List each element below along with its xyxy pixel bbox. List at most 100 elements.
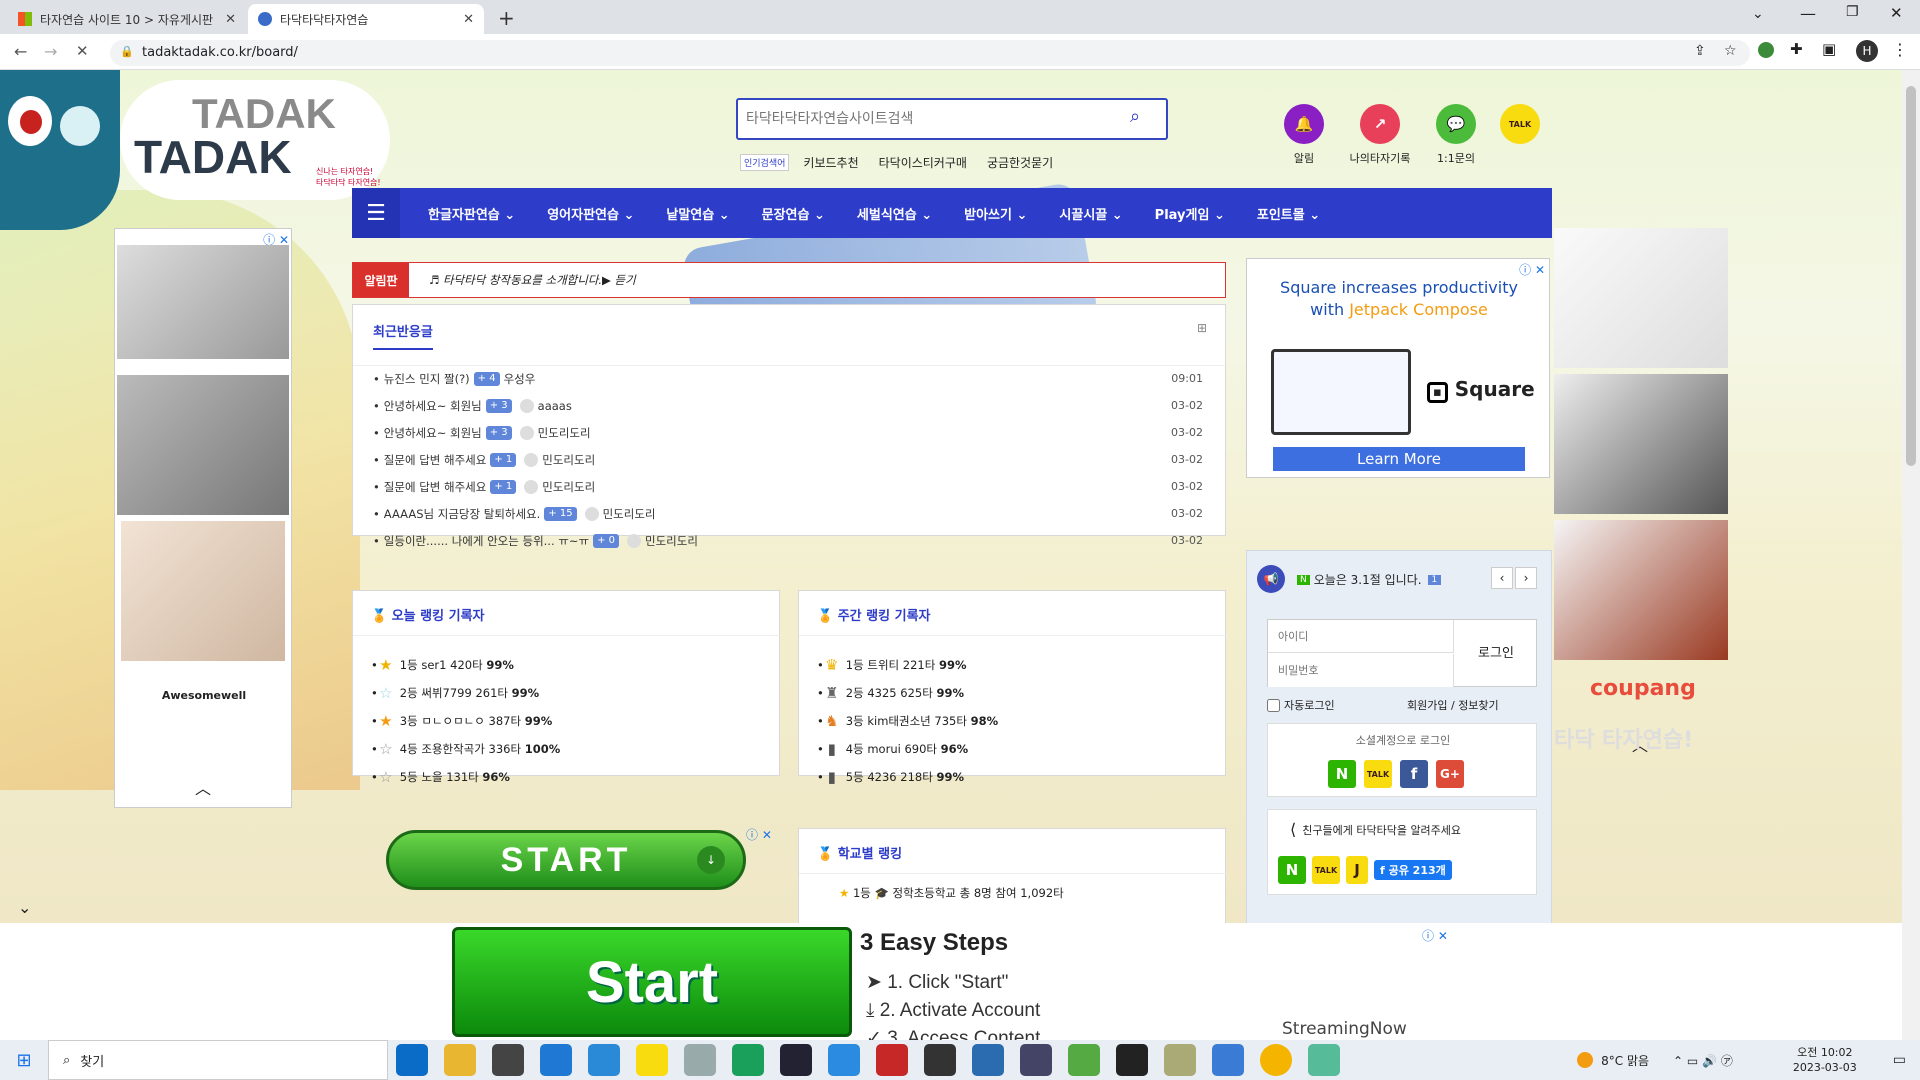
nav-item[interactable]: 받아쓰기 ⌄ — [948, 204, 1043, 223]
nav-item[interactable]: 시끌시끌 ⌄ — [1043, 204, 1138, 223]
close-window-button[interactable]: ✕ — [1890, 4, 1903, 22]
app-icon[interactable] — [1068, 1044, 1100, 1076]
app-icon[interactable] — [972, 1044, 1004, 1076]
app-icon[interactable] — [1164, 1044, 1196, 1076]
nav-item[interactable]: 포인트몰 ⌄ — [1241, 204, 1336, 223]
kakao-share-icon[interactable]: TALK — [1312, 856, 1340, 884]
rank-row[interactable]: • ☆ 2등 써뷔7799 261타 99% — [371, 679, 560, 707]
chrome-icon[interactable] — [1260, 1044, 1292, 1076]
kakaotalk-button[interactable]: TALK — [1500, 104, 1540, 144]
app-icon[interactable] — [1308, 1044, 1340, 1076]
menu-kebab-icon[interactable]: ⋮ — [1892, 40, 1908, 59]
nav-item[interactable]: 한글자판연습 ⌄ — [412, 204, 531, 223]
popular-keyword[interactable]: 타닥이스티커구매 — [879, 154, 967, 171]
app-icon[interactable] — [732, 1044, 764, 1076]
kakao-login-icon[interactable]: TALK — [1364, 760, 1392, 788]
tab-active[interactable]: 타닥타닥타자연습 ✕ — [248, 4, 484, 34]
app-icon[interactable] — [780, 1044, 812, 1076]
puzzle-icon[interactable]: ✚ — [1790, 40, 1803, 58]
back-icon[interactable]: ← — [14, 42, 27, 61]
nav-item[interactable]: Play게임 ⌄ — [1139, 204, 1241, 223]
list-item[interactable]: • 안녕하세요~ 회원님 + 3 aaaas 03-02 — [373, 392, 1203, 419]
next-arrow-icon[interactable]: › — [1515, 567, 1537, 589]
learn-more-button[interactable]: Learn More — [1273, 447, 1525, 471]
join-link[interactable]: 회원가입 — [1407, 699, 1447, 712]
login-button[interactable]: 로그인 — [1454, 620, 1538, 688]
prev-arrow-icon[interactable]: ‹ — [1491, 567, 1513, 589]
password-field[interactable] — [1268, 654, 1454, 687]
close-tab-icon[interactable]: ✕ — [225, 12, 236, 27]
expand-chevron-icon[interactable]: ⌄ — [18, 898, 31, 917]
naver-login-icon[interactable]: N — [1328, 760, 1356, 788]
new-tab-button[interactable]: + — [498, 6, 515, 30]
recent-title[interactable]: 최근반응글 — [373, 321, 433, 350]
address-bar[interactable]: 🔒 tadaktadak.co.kr/board/ ⇪ ☆ — [110, 40, 1750, 66]
profile-avatar[interactable]: H — [1856, 40, 1878, 62]
maximize-button[interactable]: ❐ — [1846, 4, 1859, 20]
kakaostory-share-icon[interactable]: J — [1346, 856, 1368, 884]
collapse-chevron-icon[interactable]: ︿ — [195, 775, 211, 799]
rank-row[interactable]: • ☆ 4등 조용한작곡가 336타 100% — [371, 735, 560, 763]
right-ad[interactable]: ⓘ ✕ — [1554, 228, 1728, 660]
inquiry-button[interactable]: 💬 1:1문의 — [1436, 104, 1476, 166]
popular-keyword[interactable]: 키보드추천 — [803, 154, 858, 171]
tab-search-icon[interactable]: ⌄ — [1752, 6, 1764, 22]
ad-close-icon[interactable]: ⓘ ✕ — [1519, 261, 1545, 278]
site-logo[interactable]: TADAK TADAK 신나는 타자연습! 타닥타닥 타자연습! — [120, 80, 390, 200]
bookmark-star-icon[interactable]: ☆ — [1724, 43, 1737, 59]
hamburger-menu-icon[interactable]: ☰ — [352, 188, 400, 238]
share-icon[interactable]: ⇪ — [1694, 43, 1706, 59]
app-icon[interactable] — [1212, 1044, 1244, 1076]
google-login-icon[interactable]: G+ — [1436, 760, 1464, 788]
ie-icon[interactable] — [588, 1044, 620, 1076]
app-icon[interactable] — [828, 1044, 860, 1076]
ad-close-icon[interactable]: ⓘ ✕ — [1422, 927, 1448, 944]
facebook-login-icon[interactable]: f — [1400, 760, 1428, 788]
nav-item[interactable]: 문장연습 ⌄ — [746, 204, 841, 223]
app-icon[interactable] — [1020, 1044, 1052, 1076]
alarm-button[interactable]: 🔔 알림 — [1284, 104, 1324, 166]
left-ad[interactable]: ⓘ ✕ Awesomewell ︿ — [114, 228, 292, 808]
edge-icon[interactable] — [396, 1044, 428, 1076]
scrollbar[interactable] — [1902, 70, 1920, 1040]
extension-icon[interactable] — [1758, 42, 1774, 58]
nav-item[interactable]: 낱말연습 ⌄ — [650, 204, 745, 223]
rank-row[interactable]: • ★ 3등 ㅁㄴㅇㅁㄴㅇ 387타 99% — [371, 707, 560, 735]
minimize-button[interactable]: — — [1800, 4, 1816, 23]
close-tab-icon[interactable]: ✕ — [463, 12, 474, 27]
naver-share-icon[interactable]: N — [1278, 856, 1306, 884]
coupang-logo[interactable]: coupang — [1590, 676, 1696, 701]
list-item[interactable]: • 질문에 답변 해주세요 + 1 민도리도리 03-02 — [373, 446, 1203, 473]
auto-login-checkbox[interactable] — [1267, 698, 1280, 712]
app-icon[interactable] — [924, 1044, 956, 1076]
tray-icons[interactable]: ⌃ ▭ 🔊 ㋐ — [1673, 1052, 1733, 1069]
store-icon[interactable] — [492, 1044, 524, 1076]
kakaotalk-icon[interactable] — [636, 1044, 668, 1076]
search-box[interactable]: ⌕ — [736, 98, 1168, 140]
taskbar-search[interactable]: ⌕ 찾기 — [48, 1040, 388, 1080]
rank-row[interactable]: • ★ 1등 ser1 420타 99% — [371, 651, 560, 679]
more-icon[interactable]: ⊞ — [1197, 321, 1207, 335]
search-icon[interactable]: ⌕ — [1130, 106, 1140, 127]
clock[interactable]: 오전 10:02 2023-03-03 — [1793, 1045, 1857, 1075]
list-item[interactable]: • 뉴진스 민지 짤(?) + 4 우성우 09:01 — [373, 365, 1203, 392]
sidepanel-icon[interactable]: ▣ — [1822, 40, 1836, 58]
id-field[interactable] — [1268, 620, 1454, 653]
forward-icon[interactable]: → — [44, 42, 57, 61]
rank-row[interactable]: • ♛ 1등 트위티 221타 99% — [817, 651, 998, 679]
rank-row[interactable]: • ▮ 5등 4236 218타 99% — [817, 763, 998, 791]
stop-loading-icon[interactable]: ✕ — [76, 42, 89, 60]
list-item[interactable]: • AAAAS님 지금당장 탈퇴하세요. + 15 민도리도리 03-02 — [373, 500, 1203, 527]
notice-text[interactable]: ♬ 타닥타닥 창작동요를 소개합니다.▶ 듣기 — [429, 272, 636, 288]
mail-icon[interactable] — [540, 1044, 572, 1076]
rank-row[interactable]: • ▮ 4등 morui 690타 96% — [817, 735, 998, 763]
ad-close-icon[interactable]: ⓘ ✕ — [746, 826, 772, 843]
search-input[interactable] — [746, 108, 1116, 130]
rank-row[interactable]: • ☆ 5등 노을 131타 96% — [371, 763, 560, 791]
rank-row[interactable]: ★ 1등 🎓 정학초등학교 총 8명 참여 1,092타 — [839, 885, 1064, 901]
popular-keyword[interactable]: 궁금한것묻기 — [987, 154, 1053, 171]
weather-text[interactable]: 8°C 맑음 — [1601, 1052, 1649, 1069]
find-link[interactable]: 정보찾기 — [1458, 699, 1498, 712]
scrollbar-thumb[interactable] — [1906, 86, 1916, 466]
start-ad[interactable]: START ↓ — [386, 830, 746, 890]
